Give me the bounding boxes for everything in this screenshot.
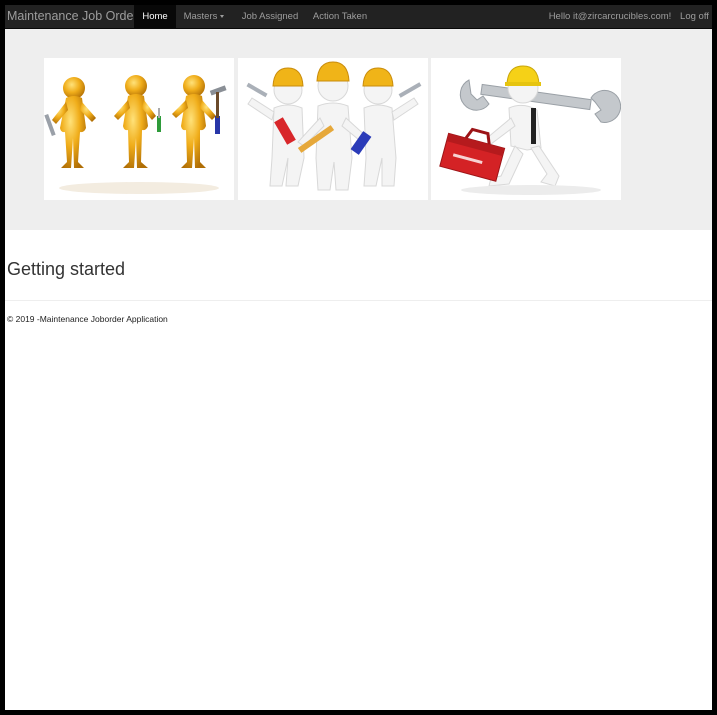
banner-image-white-workers: [238, 58, 428, 200]
nav-masters-dropdown[interactable]: Masters: [180, 5, 228, 28]
banner-image-gold-workers: [44, 58, 234, 200]
banner-jumbotron: [5, 29, 712, 230]
footer-divider: [5, 300, 712, 301]
nav-masters-label: Masters: [183, 11, 218, 22]
caret-down-icon: [220, 14, 225, 18]
greeting-link[interactable]: Hello it@zircarcrucibles.com!: [545, 5, 675, 28]
banner-image-worker-toolbox: [431, 58, 621, 200]
gold-workers-illustration: [44, 75, 227, 194]
brand-link[interactable]: Maintenance Job Order: [7, 5, 138, 28]
footer-text: © 2019 -Maintenance Joborder Application: [7, 314, 168, 324]
white-workers-illustration: [246, 61, 422, 191]
app-window: Maintenance Job Order Home Masters Job A…: [5, 5, 712, 710]
top-navbar: Maintenance Job Order Home Masters Job A…: [5, 5, 712, 29]
nav-home[interactable]: Home: [134, 5, 176, 28]
logoff-link[interactable]: Log off: [677, 5, 712, 28]
page-heading: Getting started: [7, 259, 126, 279]
worker-toolbox-illustration: [439, 65, 621, 195]
nav-job-assigned[interactable]: Job Assigned: [237, 5, 303, 28]
nav-action-taken[interactable]: Action Taken: [309, 5, 371, 28]
